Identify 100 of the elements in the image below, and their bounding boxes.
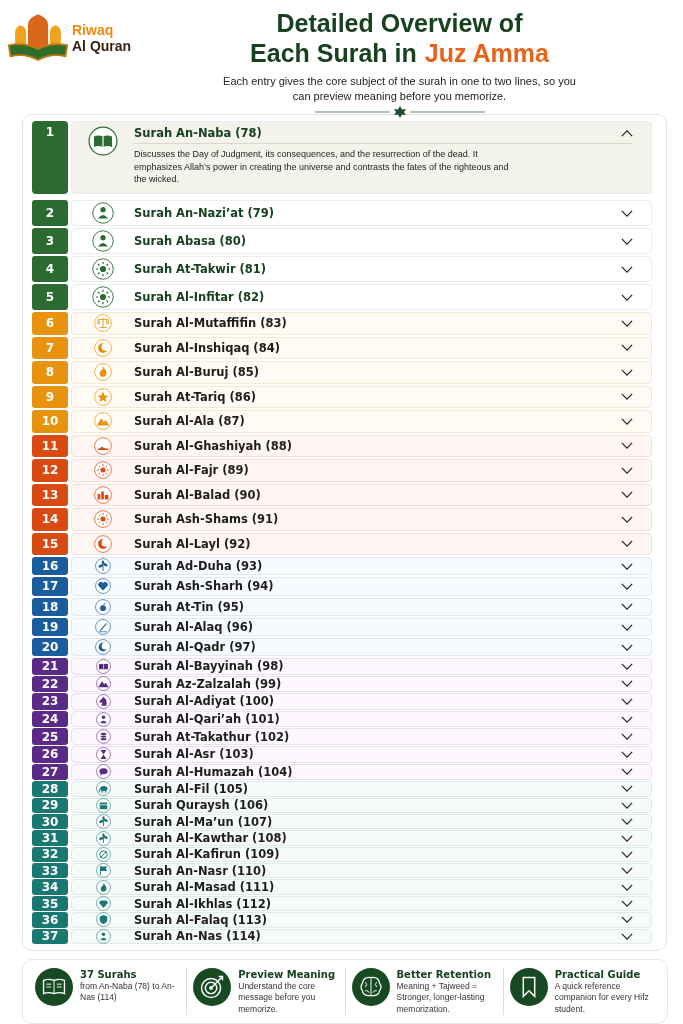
number-badge: 31: [32, 830, 68, 846]
surah-title: Surah An-Nazi’at (79): [134, 206, 275, 220]
number-badge: 7: [32, 336, 68, 359]
page-title: Each Surah in: [250, 38, 417, 68]
number-badge: 20: [32, 638, 68, 657]
surah-title: Surah Ash-Sharh (94): [134, 579, 274, 594]
surah-title: Surah Al-Mutaffifin (83): [134, 316, 287, 331]
surah-title: Surah Abasa (80): [134, 234, 247, 248]
number-badge: 34: [32, 879, 68, 895]
surah-title: Surah Al-Ghashiyah (88): [134, 438, 293, 453]
accordion-row[interactable]: Surah Quraysh (106): [71, 797, 652, 813]
accordion-row[interactable]: Surah Al-Ghashiyah (88): [71, 434, 652, 457]
accordion-row[interactable]: Surah At-Takathur (102): [71, 728, 652, 745]
accordion-row[interactable]: Surah Al-Ma’un (107): [71, 813, 652, 830]
accordion-row[interactable]: Surah Al-Kafirun (109): [71, 846, 652, 863]
accordion-row[interactable]: Surah Al-Buruj (85): [71, 361, 652, 384]
accordion-row[interactable]: Surah Ash-Shams (91): [71, 508, 652, 531]
number-badge: 6: [32, 312, 68, 335]
number-badge: 9: [32, 385, 68, 408]
accordion-row[interactable]: Surah At-Takwir (81): [71, 256, 652, 282]
surah-title: Surah At-Tariq (86): [134, 389, 257, 404]
number-badge: 16: [32, 557, 68, 576]
surah-title: Surah At-Tin (95): [134, 599, 245, 614]
surah-title: Surah Az-Zalzalah (99): [134, 676, 282, 691]
surah-title: Surah Al-Ala (87): [134, 414, 245, 429]
brand-name: Al Quran: [72, 38, 132, 54]
number-badge: 17: [32, 577, 68, 596]
accordion-row[interactable]: Surah Al-Kawthar (108): [71, 830, 652, 846]
feature-text: A quick reference companion for every Hifz student.: [554, 980, 650, 1016]
number-badge: 36: [32, 912, 68, 928]
accordion-row[interactable]: Surah Al-Bayyinah (98): [71, 658, 652, 675]
accordion-row[interactable]: Surah Al-Adiyat (100): [71, 693, 652, 710]
number-badge: 1: [32, 121, 68, 194]
accordion-row[interactable]: Surah Ash-Sharh (94): [71, 577, 652, 596]
accordion-row[interactable]: Surah Al-Falaq (113): [71, 912, 652, 928]
accordion-row[interactable]: Surah Al-Qari’ah (101): [71, 710, 652, 728]
accordion-row[interactable]: Surah Al-Balad (90): [71, 483, 652, 506]
accordion-row[interactable]: Surah Al-Masad (111): [71, 879, 652, 895]
accordion-row[interactable]: Surah At-Tariq (86): [71, 385, 652, 408]
surah-title: Surah Al-Kafirun (109): [134, 847, 280, 862]
surah-title: Surah Al-Buruj (85): [134, 365, 259, 380]
accordion-row[interactable]: Surah Al-Inshiqaq (84): [71, 336, 652, 359]
accordion-row[interactable]: Surah An-Nasr (110): [71, 863, 652, 879]
number-badge: 22: [32, 675, 68, 693]
surah-title: Surah At-Takathur (102): [134, 729, 290, 744]
number-badge: 18: [32, 597, 68, 616]
accordion-row[interactable]: Surah Al-Layl (92): [71, 532, 652, 555]
surah-title: Surah Al-Infitar (82): [134, 290, 265, 304]
surah-title: Surah Al-Ma’un (107): [134, 814, 273, 829]
feature-text: from An-Naba (78) to An-Nas (114): [80, 980, 176, 1004]
number-badge: 24: [32, 710, 68, 728]
number-badge: 3: [32, 228, 68, 254]
feature-title: Practical Guide: [554, 967, 642, 981]
surah-title: Surah Quraysh (106): [134, 798, 269, 813]
number-badge: 23: [32, 693, 68, 710]
number-badge: 14: [32, 508, 68, 531]
number-badge: 5: [32, 284, 68, 310]
number-badge: 11: [32, 434, 68, 457]
feature-text: Meaning + Tajweed = Stronger, longer-lasting memorization.: [396, 980, 486, 1016]
surah-title: Surah Al-Adiyat (100): [134, 694, 275, 709]
surah-title: Surah Al-Falaq (113): [134, 912, 268, 927]
accordion-row[interactable]: Surah Al-Humazah (104): [71, 763, 652, 781]
accordion-row[interactable]: Surah Abasa (80): [71, 228, 652, 254]
accordion-row[interactable]: Surah Al-Infitar (82): [71, 284, 652, 310]
number-badge: 27: [32, 763, 68, 781]
number-badge: 15: [32, 532, 68, 555]
accordion-row[interactable]: Surah Al-Alaq (96): [71, 617, 652, 637]
surah-title: Surah Al-Masad (111): [134, 880, 275, 895]
surah-title: Surah At-Takwir (81): [134, 262, 267, 276]
surah-title: Surah Al-Kawthar (108): [134, 831, 287, 845]
number-badge: 13: [32, 483, 68, 506]
accordion-row[interactable]: Surah Ad-Duha (93): [71, 557, 652, 576]
surah-title: Surah Al-Balad (90): [134, 487, 261, 502]
brand-name: Riwaq: [72, 22, 115, 38]
number-badge: 35: [32, 895, 68, 912]
accordion-row[interactable]: Surah Al-Mutaffifin (83): [71, 312, 652, 335]
number-badge: 8: [32, 361, 68, 384]
accordion-row[interactable]: Surah Az-Zalzalah (99): [71, 675, 652, 693]
surah-title: Surah Al-Inshiqaq (84): [134, 340, 280, 355]
accordion-row[interactable]: Surah An-Nas (114): [71, 928, 652, 945]
title-highlight: Juz Amma: [424, 38, 549, 68]
number-badge: 4: [32, 256, 68, 282]
surah-description: Discusses the Day of Judgment, its consequences, and the resurrection of the dead. It emphasizes Allah’s power in creating the universe and contrasts the fates of the righteous and the wicked.: [134, 148, 510, 186]
accordion-row[interactable]: Surah Al-Fajr (89): [71, 459, 652, 482]
feature-text: Understand the core message before you memorize.: [238, 980, 317, 1016]
accordion-row[interactable]: Surah At-Tin (95): [71, 597, 652, 616]
number-badge: 33: [32, 863, 68, 879]
surah-title: Surah Al-Layl (92): [134, 536, 251, 551]
number-badge: 21: [32, 658, 68, 675]
feature-title: 37 Surahs: [80, 967, 138, 981]
surah-title: Surah Al-Bayyinah (98): [134, 659, 284, 674]
surah-title: Surah Al-Alaq (96): [134, 620, 254, 635]
accordion-row[interactable]: Surah Al-Ala (87): [71, 410, 652, 433]
accordion-row[interactable]: Surah Al-Ikhlas (112): [71, 895, 652, 912]
accordion-row[interactable]: Surah Al-Asr (103): [71, 745, 652, 763]
number-badge: 37: [32, 928, 68, 945]
accordion-row[interactable]: Surah An-Nazi’at (79): [71, 200, 652, 226]
accordion-row[interactable]: Surah Al-Fil (105): [71, 781, 652, 797]
accordion-row[interactable]: Surah Al-Qadr (97): [71, 638, 652, 657]
number-badge: 2: [32, 200, 68, 226]
